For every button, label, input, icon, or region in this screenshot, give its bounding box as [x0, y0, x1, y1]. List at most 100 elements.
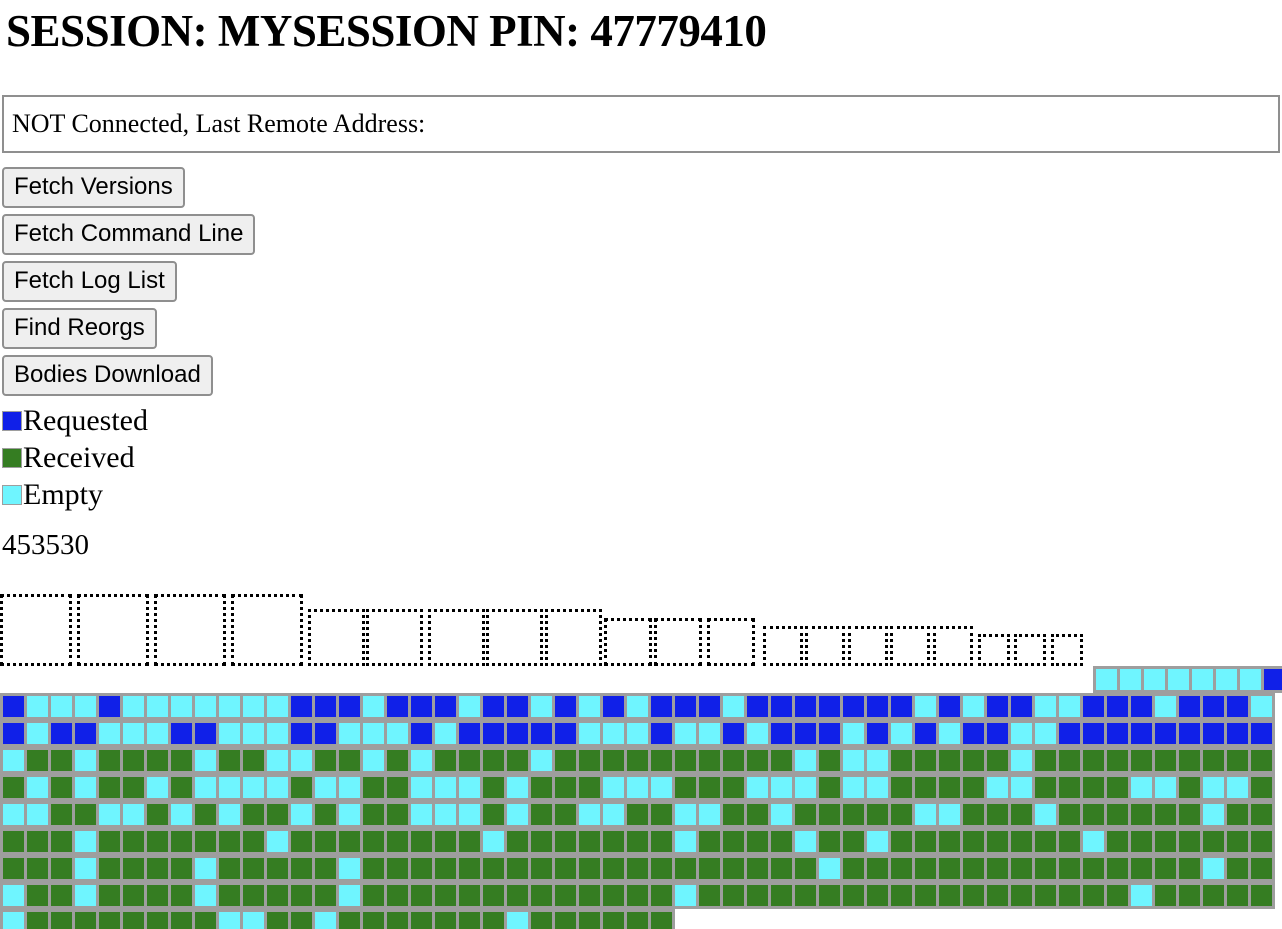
grid-cell-empty[interactable] — [363, 750, 384, 772]
grid-cell-received[interactable] — [483, 858, 504, 880]
grid-cell-received[interactable] — [747, 804, 768, 826]
grid-cell-empty[interactable] — [411, 750, 432, 772]
grid-cell-received[interactable] — [651, 750, 672, 772]
grid-cell-empty[interactable] — [1192, 669, 1213, 691]
grid-cell-received[interactable] — [291, 831, 312, 853]
grid-cell-received[interactable] — [747, 750, 768, 772]
grid-cell-empty[interactable] — [75, 858, 96, 880]
grid-cell-received[interactable] — [1203, 831, 1224, 853]
grid-cell-received[interactable] — [603, 750, 624, 772]
grid-cell-received[interactable] — [99, 831, 120, 853]
grid-cell-received[interactable] — [819, 885, 840, 907]
grid-cell-requested[interactable] — [1059, 723, 1080, 745]
grid-cell-empty[interactable] — [651, 777, 672, 799]
grid-cell-empty[interactable] — [171, 804, 192, 826]
grid-cell-received[interactable] — [1107, 750, 1128, 772]
grid-cell-received[interactable] — [363, 777, 384, 799]
grid-cell-received[interactable] — [891, 750, 912, 772]
fetch-versions-button[interactable]: Fetch Versions — [2, 167, 185, 209]
grid-cell-received[interactable] — [651, 804, 672, 826]
grid-cell-empty[interactable] — [963, 696, 984, 718]
grid-cell-empty[interactable] — [579, 723, 600, 745]
grid-cell-empty[interactable] — [1251, 696, 1272, 718]
grid-cell-received[interactable] — [171, 750, 192, 772]
grid-cell-requested[interactable] — [3, 723, 24, 745]
grid-cell-received[interactable] — [963, 750, 984, 772]
grid-cell-received[interactable] — [435, 750, 456, 772]
grid-cell-received[interactable] — [675, 858, 696, 880]
grid-cell-empty[interactable] — [507, 777, 528, 799]
grid-cell-received[interactable] — [99, 858, 120, 880]
grid-cell-received[interactable] — [339, 912, 360, 929]
grid-cell-received[interactable] — [1107, 831, 1128, 853]
grid-cell-empty[interactable] — [195, 777, 216, 799]
grid-cell-received[interactable] — [795, 858, 816, 880]
grid-cell-received[interactable] — [315, 858, 336, 880]
grid-cell-empty[interactable] — [699, 804, 720, 826]
grid-cell-received[interactable] — [915, 885, 936, 907]
grid-cell-empty[interactable] — [1227, 777, 1248, 799]
grid-cell-received[interactable] — [699, 750, 720, 772]
grid-cell-empty[interactable] — [267, 723, 288, 745]
grid-cell-received[interactable] — [99, 912, 120, 929]
grid-cell-empty[interactable] — [1168, 669, 1189, 691]
grid-cell-requested[interactable] — [483, 696, 504, 718]
grid-cell-received[interactable] — [651, 831, 672, 853]
grid-cell-received[interactable] — [531, 858, 552, 880]
grid-cell-received[interactable] — [987, 750, 1008, 772]
grid-cell-requested[interactable] — [1227, 723, 1248, 745]
grid-cell-received[interactable] — [723, 777, 744, 799]
grid-cell-received[interactable] — [219, 831, 240, 853]
grid-cell-received[interactable] — [267, 804, 288, 826]
grid-cell-received[interactable] — [1107, 777, 1128, 799]
grid-cell-empty[interactable] — [795, 750, 816, 772]
grid-cell-requested[interactable] — [1251, 723, 1272, 745]
grid-cell-empty[interactable] — [243, 777, 264, 799]
grid-cell-received[interactable] — [51, 858, 72, 880]
grid-cell-received[interactable] — [483, 804, 504, 826]
grid-cell-empty[interactable] — [1059, 696, 1080, 718]
grid-cell-received[interactable] — [1059, 858, 1080, 880]
grid-cell-empty[interactable] — [387, 723, 408, 745]
grid-cell-received[interactable] — [531, 804, 552, 826]
grid-cell-received[interactable] — [939, 858, 960, 880]
grid-cell-received[interactable] — [99, 777, 120, 799]
grid-cell-received[interactable] — [459, 885, 480, 907]
grid-cell-received[interactable] — [939, 885, 960, 907]
grid-cell-received[interactable] — [1131, 858, 1152, 880]
grid-cell-empty[interactable] — [459, 804, 480, 826]
grid-cell-received[interactable] — [315, 885, 336, 907]
grid-cell-received[interactable] — [147, 885, 168, 907]
grid-cell-received[interactable] — [123, 858, 144, 880]
grid-cell-received[interactable] — [891, 777, 912, 799]
grid-cell-empty[interactable] — [3, 804, 24, 826]
grid-cell-received[interactable] — [411, 912, 432, 929]
grid-cell-empty[interactable] — [27, 777, 48, 799]
grid-cell-empty[interactable] — [219, 696, 240, 718]
grid-cell-received[interactable] — [1035, 750, 1056, 772]
grid-cell-received[interactable] — [627, 885, 648, 907]
bodies-download-grid[interactable] — [0, 666, 1282, 929]
grid-cell-received[interactable] — [1035, 858, 1056, 880]
grid-cell-received[interactable] — [459, 750, 480, 772]
grid-cell-empty[interactable] — [27, 804, 48, 826]
grid-cell-requested[interactable] — [819, 696, 840, 718]
grid-cell-received[interactable] — [843, 885, 864, 907]
grid-cell-received[interactable] — [1059, 777, 1080, 799]
grid-cell-requested[interactable] — [315, 723, 336, 745]
grid-cell-requested[interactable] — [699, 696, 720, 718]
grid-cell-received[interactable] — [867, 885, 888, 907]
grid-cell-received[interactable] — [963, 804, 984, 826]
grid-cell-received[interactable] — [123, 750, 144, 772]
grid-cell-empty[interactable] — [675, 804, 696, 826]
grid-cell-received[interactable] — [315, 804, 336, 826]
grid-cell-received[interactable] — [339, 831, 360, 853]
grid-cell-received[interactable] — [555, 912, 576, 929]
grid-cell-requested[interactable] — [891, 696, 912, 718]
grid-cell-empty[interactable] — [1011, 750, 1032, 772]
grid-cell-received[interactable] — [531, 831, 552, 853]
grid-cell-received[interactable] — [171, 912, 192, 929]
grid-cell-received[interactable] — [243, 831, 264, 853]
grid-cell-received[interactable] — [507, 858, 528, 880]
grid-cell-requested[interactable] — [603, 696, 624, 718]
